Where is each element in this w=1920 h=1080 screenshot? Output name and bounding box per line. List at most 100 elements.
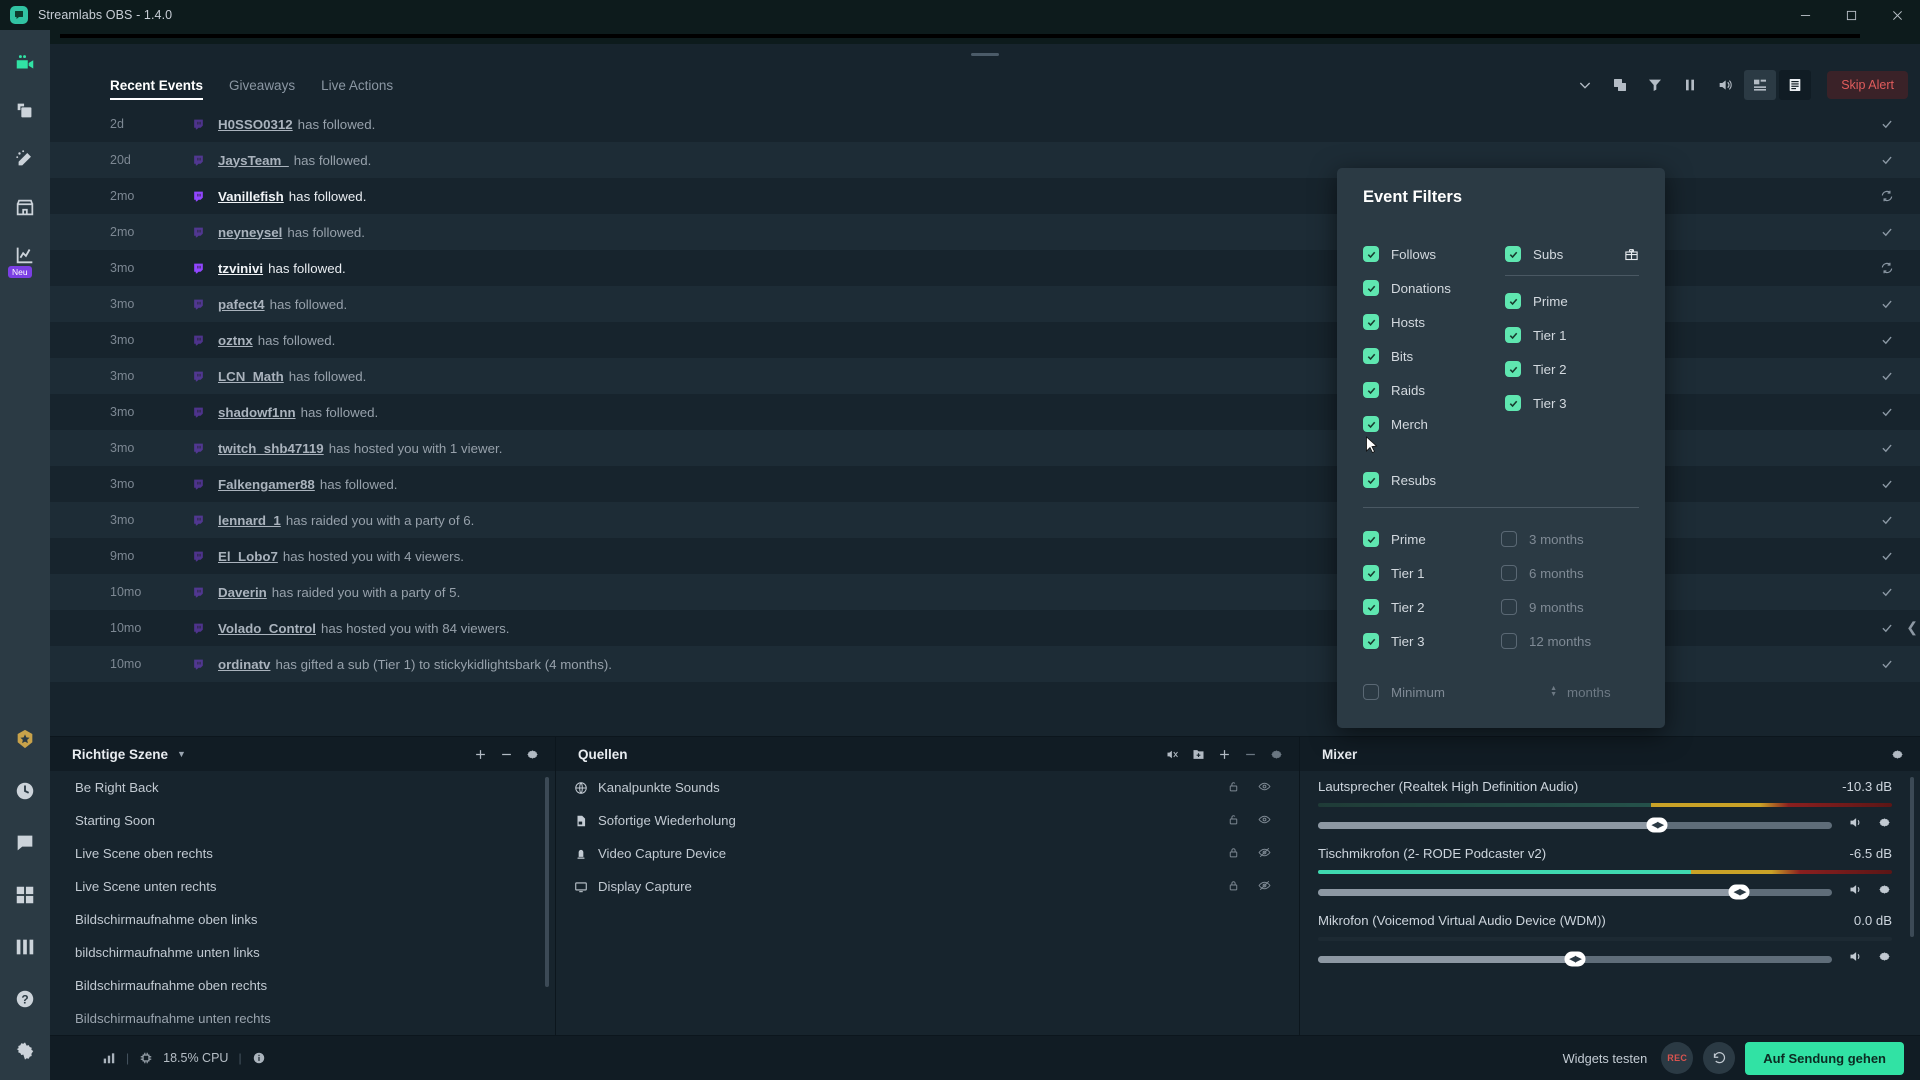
checkbox-resub-tier1[interactable] <box>1363 565 1379 581</box>
filter-resub-tier1[interactable]: Tier 1 <box>1363 556 1501 590</box>
audio-source-icon[interactable] <box>1159 741 1185 767</box>
add-scene-button[interactable] <box>467 741 493 767</box>
go-live-button[interactable]: Auf Sendung gehen <box>1745 1041 1904 1075</box>
gift-icon[interactable] <box>1624 247 1639 262</box>
info-icon[interactable] <box>252 1051 266 1065</box>
replay-event-icon[interactable] <box>1880 189 1894 203</box>
nav-themes[interactable] <box>10 96 40 126</box>
filter-resub-6months[interactable]: 6 months <box>1501 556 1639 590</box>
event-username[interactable]: Falkengamer88 <box>218 477 315 492</box>
tab-recent-events[interactable]: Recent Events <box>110 64 204 106</box>
event-read-icon[interactable] <box>1880 549 1894 563</box>
mixer-channel-settings-icon[interactable] <box>1877 815 1892 835</box>
close-button[interactable] <box>1874 0 1920 30</box>
checkbox-sub-tier2[interactable] <box>1505 361 1521 377</box>
mixer-volume-slider[interactable]: ◀▶ <box>1318 884 1832 900</box>
mixer-scrollbar[interactable] <box>1910 777 1914 937</box>
event-row[interactable]: 2d H0SSO0312 has followed. <box>50 106 1920 142</box>
filter-subs[interactable]: Subs <box>1505 237 1639 271</box>
checkbox-resub-tier2[interactable] <box>1363 599 1379 615</box>
unlocked-icon[interactable] <box>1227 780 1240 796</box>
scene-item[interactable]: Starting Soon <box>50 804 555 837</box>
grid-icon[interactable] <box>10 880 40 910</box>
gear-icon[interactable] <box>10 1036 40 1066</box>
skip-alert-button[interactable]: Skip Alert <box>1827 71 1908 99</box>
filter-resub-tier2[interactable]: Tier 2 <box>1363 590 1501 624</box>
eye-off-icon[interactable] <box>1258 879 1271 895</box>
event-read-icon[interactable] <box>1880 441 1894 455</box>
filter-resubs[interactable]: Resubs <box>1363 463 1639 497</box>
minimum-stepper[interactable]: ▲ ▼ <box>1550 685 1557 698</box>
event-username[interactable]: JaysTeam_ <box>218 153 289 168</box>
event-read-icon[interactable] <box>1880 369 1894 383</box>
filter-resub-9months[interactable]: 9 months <box>1501 590 1639 624</box>
mixer-volume-knob[interactable]: ◀▶ <box>1728 884 1750 900</box>
chevron-down-icon[interactable]: ▼ <box>177 749 186 759</box>
checkbox-hosts[interactable] <box>1363 314 1379 330</box>
checkbox-donations[interactable] <box>1363 280 1379 296</box>
filter-sub-tier1[interactable]: Tier 1 <box>1505 318 1639 352</box>
source-item[interactable]: Kanalpunkte Sounds <box>556 771 1299 804</box>
test-widgets-button[interactable]: Widgets testen <box>1563 1051 1648 1066</box>
event-username[interactable]: shadowf1nn <box>218 405 296 420</box>
nav-store[interactable] <box>10 192 40 222</box>
checkbox-resub-prime[interactable] <box>1363 531 1379 547</box>
scene-item[interactable]: Bildschirmaufnahme oben links <box>50 903 555 936</box>
popout-icon[interactable] <box>1604 70 1636 100</box>
scene-item[interactable]: Bildschirmaufnahme oben rechts <box>50 969 555 1002</box>
scene-item[interactable]: bildschirmaufnahme unten links <box>50 936 555 969</box>
event-read-icon[interactable] <box>1880 153 1894 167</box>
event-read-icon[interactable] <box>1880 333 1894 347</box>
event-username[interactable]: Daverin <box>218 585 267 600</box>
add-source-button[interactable] <box>1211 741 1237 767</box>
filter-resub-tier3[interactable]: Tier 3 <box>1363 624 1501 658</box>
remove-scene-button[interactable] <box>493 741 519 767</box>
checkbox-subs[interactable] <box>1505 246 1521 262</box>
question-circle-icon[interactable]: ? <box>10 984 40 1014</box>
checkbox-resub-tier3[interactable] <box>1363 633 1379 649</box>
record-button[interactable]: REC <box>1661 1042 1694 1074</box>
event-read-icon[interactable] <box>1880 585 1894 599</box>
collapse-right-icon[interactable]: ❮ <box>1906 619 1918 636</box>
filter-resub-12months[interactable]: 12 months <box>1501 624 1639 658</box>
moon-icon[interactable] <box>10 776 40 806</box>
scene-settings-button[interactable] <box>519 741 545 767</box>
filter-sub-tier2[interactable]: Tier 2 <box>1505 352 1639 386</box>
checkbox-resubs[interactable] <box>1363 472 1379 488</box>
panel-drag-handle[interactable] <box>50 44 1920 64</box>
minimize-button[interactable] <box>1782 0 1828 30</box>
mixer-volume-knob[interactable]: ◀▶ <box>1646 817 1668 833</box>
pause-icon[interactable] <box>1674 70 1706 100</box>
nav-dashboard[interactable]: Neu <box>8 240 40 278</box>
scene-item[interactable]: Bildschirmaufnahme unten rechts <box>50 1002 555 1035</box>
chevron-down-icon[interactable] <box>1569 70 1601 100</box>
mixer-mute-icon[interactable] <box>1848 815 1863 835</box>
event-username[interactable]: neyneysel <box>218 225 282 240</box>
checkbox-sub-tier3[interactable] <box>1505 395 1521 411</box>
filter-sub-tier3[interactable]: Tier 3 <box>1505 386 1639 420</box>
checkbox-sub-tier1[interactable] <box>1505 327 1521 343</box>
filter-donations[interactable]: Donations <box>1363 271 1501 305</box>
mixer-channel-settings-icon[interactable] <box>1877 882 1892 902</box>
event-read-icon[interactable] <box>1880 477 1894 491</box>
lock-icon[interactable] <box>1227 879 1240 895</box>
checkbox-bits[interactable] <box>1363 348 1379 364</box>
volume-icon[interactable] <box>1709 70 1741 100</box>
unlocked-icon[interactable] <box>1227 813 1240 829</box>
mixer-volume-slider[interactable]: ◀▶ <box>1318 817 1832 833</box>
columns-icon[interactable] <box>10 932 40 962</box>
filter-minimum-row[interactable]: Minimum ▲ ▼ months <box>1363 672 1639 712</box>
filter-icon[interactable] <box>1639 70 1671 100</box>
layout-list-icon[interactable] <box>1779 70 1812 100</box>
eye-off-icon[interactable] <box>1258 846 1271 862</box>
event-username[interactable]: tzvinivi <box>218 261 263 276</box>
event-read-icon[interactable] <box>1880 657 1894 671</box>
checkbox-resub-9months[interactable] <box>1501 599 1517 615</box>
bars-icon[interactable] <box>102 1051 116 1065</box>
event-username[interactable]: H0SSO0312 <box>218 117 293 132</box>
remove-source-button[interactable] <box>1237 741 1263 767</box>
mixer-volume-slider[interactable]: ◀▶ <box>1318 951 1832 967</box>
filter-resub-3months[interactable]: 3 months <box>1501 522 1639 556</box>
checkbox-resub-12months[interactable] <box>1501 633 1517 649</box>
mixer-settings-button[interactable] <box>1884 741 1910 767</box>
